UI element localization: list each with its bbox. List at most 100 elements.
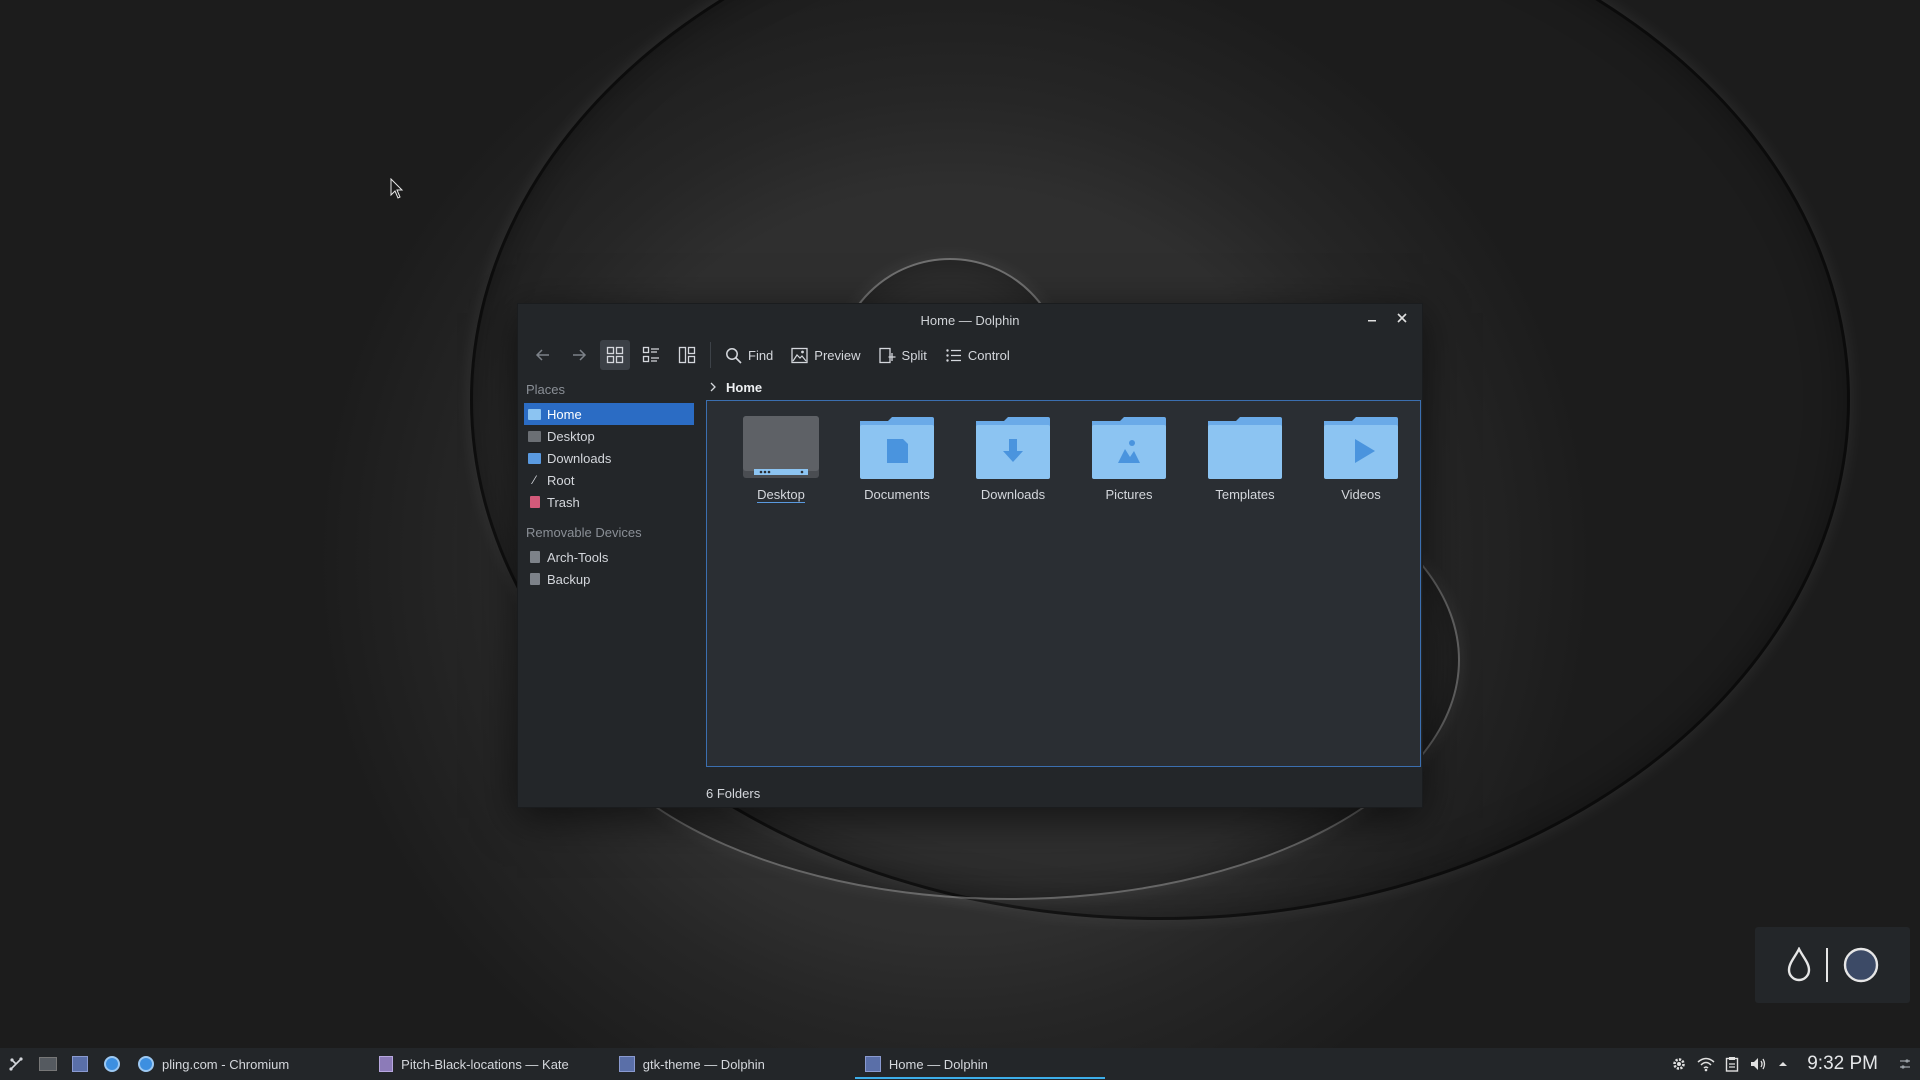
drive-icon xyxy=(530,551,540,563)
places-item-trash[interactable]: Trash xyxy=(524,491,694,513)
dolphin-icon xyxy=(72,1056,88,1072)
panel-settings-icon[interactable] xyxy=(1898,1057,1912,1071)
clock[interactable]: 9:32 PM xyxy=(1807,1053,1878,1075)
volume-icon[interactable] xyxy=(1749,1056,1767,1072)
wifi-icon[interactable] xyxy=(1697,1056,1715,1072)
file-manager-launcher[interactable] xyxy=(64,1048,96,1080)
places-item-home[interactable]: Home xyxy=(524,403,694,425)
close-button[interactable] xyxy=(1394,310,1410,326)
task-label: Home — Dolphin xyxy=(888,1056,988,1072)
file-item-pictures[interactable]: Pictures xyxy=(1071,415,1187,766)
widget-divider xyxy=(1825,948,1828,982)
places-item-root[interactable]: ⁄ Root xyxy=(524,469,694,491)
file-item-templates[interactable]: Templates xyxy=(1187,415,1303,766)
preview-button[interactable]: Preview xyxy=(785,340,866,370)
toolbar: Find Preview Split Control xyxy=(518,336,1422,374)
places-item-downloads[interactable]: Downloads xyxy=(524,447,694,469)
control-label: Control xyxy=(967,347,1010,363)
toolbar-separator xyxy=(710,342,711,368)
list-icon xyxy=(642,346,659,363)
terminal-launcher[interactable] xyxy=(32,1048,64,1080)
control-button[interactable]: Control xyxy=(939,340,1016,370)
downloads-folder-icon xyxy=(976,417,1050,479)
system-tray: 9:32 PM xyxy=(1671,1048,1920,1080)
file-item-videos[interactable]: Videos xyxy=(1303,415,1419,766)
home-icon xyxy=(528,408,541,420)
trash-icon xyxy=(530,496,540,508)
clipboard-icon[interactable] xyxy=(1725,1056,1739,1072)
desktop-widget[interactable] xyxy=(1755,927,1910,1003)
minimize-button[interactable] xyxy=(1364,310,1380,326)
device-item-arch-tools[interactable]: Arch-Tools xyxy=(524,546,694,568)
places-item-desktop[interactable]: Desktop xyxy=(524,425,694,447)
preview-label: Preview xyxy=(814,347,861,363)
device-item-label: Backup xyxy=(547,571,591,587)
places-item-label: Root xyxy=(547,472,575,488)
chromium-icon xyxy=(138,1056,154,1072)
dolphin-icon xyxy=(864,1056,881,1072)
places-item-label: Home xyxy=(547,406,582,422)
forward-button[interactable] xyxy=(564,340,594,370)
back-button[interactable] xyxy=(528,340,558,370)
downloads-icon xyxy=(528,452,541,464)
file-item-label: Templates xyxy=(1215,487,1275,502)
launcher-icon xyxy=(9,1057,23,1071)
file-item-downloads[interactable]: Downloads xyxy=(955,415,1071,766)
tree-icon xyxy=(678,346,696,364)
close-icon xyxy=(1397,313,1407,323)
status-text: 6 Folders xyxy=(706,785,761,801)
window-titlebar[interactable]: Home — Dolphin xyxy=(518,304,1422,336)
browser-launcher[interactable] xyxy=(96,1048,128,1080)
removable-group-title: Removable Devices xyxy=(526,525,642,540)
menu-icon xyxy=(946,348,961,362)
icons-view-button[interactable] xyxy=(600,340,630,370)
places-item-label: Desktop xyxy=(547,428,595,444)
find-button[interactable]: Find xyxy=(719,340,779,370)
root-icon: ⁄ xyxy=(533,473,536,487)
task-label: gtk-theme — Dolphin xyxy=(642,1056,765,1072)
task-label: Pitch-Black-locations — Kate xyxy=(401,1056,569,1072)
taskbar: pling.com - Chromium Pitch-Black-locatio… xyxy=(0,1048,1920,1080)
task-dolphin-home[interactable]: Home — Dolphin xyxy=(854,1048,1105,1080)
file-item-label: Videos xyxy=(1341,487,1381,502)
settings-icon[interactable] xyxy=(1671,1056,1687,1072)
task-dolphin-gtk-theme[interactable]: gtk-theme — Dolphin xyxy=(609,1048,775,1080)
image-icon xyxy=(791,347,808,363)
details-view-button[interactable] xyxy=(672,340,702,370)
minimize-icon xyxy=(1368,320,1376,322)
file-view[interactable]: Desktop Documents Downloads Pictures Tem… xyxy=(706,400,1421,767)
chevron-up-icon[interactable] xyxy=(1777,1058,1789,1070)
split-icon xyxy=(878,347,896,363)
task-kate[interactable]: Pitch-Black-locations — Kate xyxy=(369,1048,579,1080)
places-item-label: Downloads xyxy=(547,450,612,466)
breadcrumb-home[interactable]: Home xyxy=(726,380,762,395)
breadcrumb[interactable]: Home xyxy=(706,374,1422,400)
compact-view-button[interactable] xyxy=(636,340,666,370)
arrow-right-icon xyxy=(573,349,587,361)
task-chromium[interactable]: pling.com - Chromium xyxy=(128,1048,299,1080)
places-item-label: Trash xyxy=(547,494,580,510)
file-item-label: Downloads xyxy=(980,487,1046,502)
kate-icon xyxy=(379,1056,394,1072)
drive-icon xyxy=(530,573,540,585)
window-title: Home — Dolphin xyxy=(920,312,1020,328)
search-icon xyxy=(726,347,742,364)
device-item-backup[interactable]: Backup xyxy=(524,568,694,590)
task-label: pling.com - Chromium xyxy=(162,1056,290,1072)
desktop-folder-icon xyxy=(743,416,819,478)
circle-icon xyxy=(1843,947,1878,983)
chevron-right-icon xyxy=(710,382,716,392)
find-label: Find xyxy=(748,347,774,363)
desktop-icon xyxy=(528,430,541,442)
terminal-icon xyxy=(39,1057,57,1071)
file-item-documents[interactable]: Documents xyxy=(839,415,955,766)
application-launcher-button[interactable] xyxy=(0,1048,32,1080)
split-button[interactable]: Split xyxy=(873,340,933,370)
dolphin-window: Home — Dolphin Find Preview Split Contro… xyxy=(517,303,1423,808)
file-item-label: Pictures xyxy=(1105,487,1153,502)
pictures-folder-icon xyxy=(1092,417,1166,479)
file-item-desktop[interactable]: Desktop xyxy=(723,415,839,766)
droplet-icon xyxy=(1787,947,1810,982)
chromium-icon xyxy=(104,1056,120,1072)
templates-folder-icon xyxy=(1208,417,1282,479)
